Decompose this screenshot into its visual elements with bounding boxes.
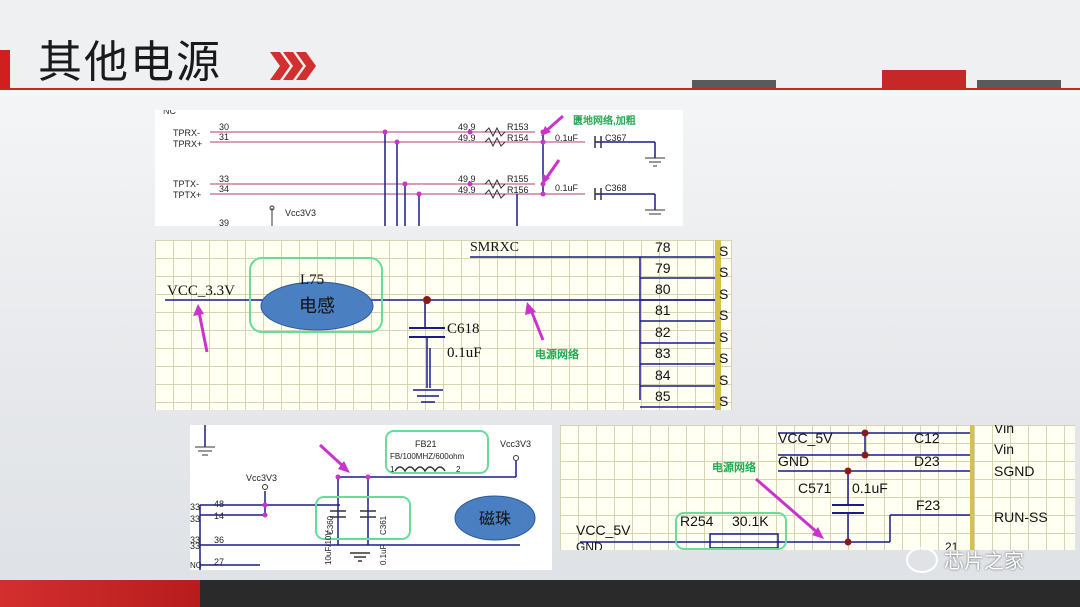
pin-f23: F23 — [916, 497, 940, 513]
pin-33d: 33 — [190, 541, 200, 551]
pin-14: 14 — [214, 511, 224, 521]
nc-label-p3: NC — [190, 561, 202, 570]
cap1-value: 10uF/10V — [324, 530, 333, 565]
res-value-r153: 49.9 — [458, 122, 476, 132]
pin-letter-80: S — [719, 286, 728, 302]
pin-d23: D23 — [914, 453, 940, 469]
pin-78: 78 — [655, 240, 671, 255]
pin-79: 79 — [655, 260, 671, 276]
cap-value-c368: 0.1uF — [555, 183, 579, 193]
chevron-arrows-icon — [270, 52, 316, 80]
pin-letter-85: S — [719, 393, 728, 409]
pin-85: 85 — [655, 388, 671, 404]
pin-sgnd: SGND — [994, 463, 1034, 479]
vcc5v-net: VCC_5V — [576, 522, 631, 538]
pin-c12: C12 — [914, 430, 940, 446]
pin-name-tptx-minus: TPTX- — [173, 179, 199, 189]
pin-80: 80 — [655, 281, 671, 297]
nc-label: NC — [163, 110, 176, 116]
cap-c571-ref: C571 — [798, 480, 832, 496]
vcc-right-label: Vcc3V3 — [500, 439, 531, 449]
cap2-value: 0.1uF — [379, 544, 388, 565]
pin-name-tprx-plus: TPRX+ — [173, 139, 202, 149]
bead-label: 磁珠 — [479, 510, 511, 528]
res-value-r155: 49.9 — [458, 174, 476, 184]
slide-title: 其他电源 — [38, 37, 222, 88]
res-value-r154: 49.9 — [458, 133, 476, 143]
gnd-bottom-net: GND — [576, 540, 603, 550]
cap-ref: C618 — [447, 321, 480, 337]
cap2-ref: C361 — [379, 515, 388, 535]
bead-pin1: 1 — [390, 465, 395, 474]
pin-36: 36 — [214, 535, 224, 545]
power-net-note: 电源网络 — [535, 347, 579, 361]
inductor-label: 电感 — [299, 296, 335, 316]
title-underline — [0, 88, 1080, 90]
pin-num-34: 34 — [219, 184, 229, 194]
gnd-net: GND — [778, 453, 809, 469]
power-net-note-5v: 电源网络 — [712, 460, 756, 474]
pin-letter-82: S — [719, 329, 728, 345]
footer-red-accent — [0, 580, 200, 607]
pin-vin-1: Vin — [994, 425, 1014, 436]
schematic-panel-ethernet: NC TPRX- TPRX+ TPTX- TPTX+ 30 31 33 34 3… — [155, 110, 683, 226]
inductor-ref: L75 — [300, 272, 324, 288]
pin-82: 82 — [655, 324, 671, 340]
watermark: 芯片之家 — [906, 545, 1024, 574]
schematic-panel-5v: VCC_5V GND C12 D23 F23 Vin Vin SGND RUN-… — [560, 425, 1075, 550]
schematic-panel-inductor: 电感 L75 VCC_3.3V C618 0.1uF SMRXC 电源网络 78… — [155, 240, 732, 410]
pin-27: 27 — [214, 557, 224, 567]
pin-num-31: 31 — [219, 132, 229, 142]
vcc5v-top-net: VCC_5V — [778, 430, 833, 446]
pin-vin-2: Vin — [994, 441, 1014, 457]
ref-r156: R156 — [507, 185, 529, 195]
ref-r154: R154 — [507, 133, 529, 143]
smrxc-net: SMRXC — [470, 240, 519, 255]
header-bar-gray-1 — [692, 80, 776, 88]
ref-c368: C368 — [605, 183, 627, 193]
pin-run-ss: RUN-SS — [994, 509, 1048, 525]
ref-r155: R155 — [507, 174, 529, 184]
pin-84: 84 — [655, 367, 671, 383]
pin-letter-81: S — [719, 307, 728, 323]
pin-letter-79: S — [719, 264, 728, 280]
res-r254-ref: R254 — [680, 513, 714, 529]
pin-num-33: 33 — [219, 174, 229, 184]
vcc-left-label: Vcc3V3 — [246, 473, 277, 483]
vcc-label: Vcc3V3 — [285, 208, 316, 218]
pin-letter-78: S — [719, 243, 728, 259]
cap-value-c367: 0.1uF — [555, 133, 579, 143]
pin-81: 81 — [655, 302, 671, 318]
pin-letter-83: S — [719, 350, 728, 366]
watermark-text: 芯片之家 — [944, 549, 1024, 573]
header-bar-gray-2 — [977, 80, 1061, 88]
title-accent-bar — [0, 50, 10, 88]
pin-48: 48 — [214, 499, 224, 509]
bead-pin2: 2 — [456, 465, 461, 474]
ground-net-note: 匮地网络,加粗 — [573, 114, 636, 127]
pin-33a: 33 — [190, 502, 200, 512]
res-r254-value: 30.1K — [732, 513, 769, 529]
vcc-net-label: VCC_3.3V — [167, 283, 235, 299]
cap-value: 0.1uF — [447, 345, 482, 361]
pin-33b: 33 — [190, 514, 200, 524]
ref-r153: R153 — [507, 122, 529, 132]
pin-name-tptx-plus: TPTX+ — [173, 190, 201, 200]
schematic-panel-ferrite-bead: 磁珠 FB21 FB/100MHZ/600ohm 1 2 Vcc3V3 Vcc3… — [190, 425, 552, 570]
wechat-icon — [906, 546, 938, 573]
res-value-r156: 49.9 — [458, 185, 476, 195]
bead-ref: FB21 — [415, 439, 437, 449]
bead-value: FB/100MHZ/600ohm — [390, 452, 465, 461]
cap-c571-value: 0.1uF — [852, 480, 888, 496]
pin-83: 83 — [655, 345, 671, 361]
pin-name-tprx-minus: TPRX- — [173, 128, 200, 138]
header-bar-red — [882, 70, 966, 88]
pin-num-30: 30 — [219, 122, 229, 132]
pin-num-39: 39 — [219, 218, 229, 226]
pin-letter-84: S — [719, 372, 728, 388]
ref-c367: C367 — [605, 133, 627, 143]
